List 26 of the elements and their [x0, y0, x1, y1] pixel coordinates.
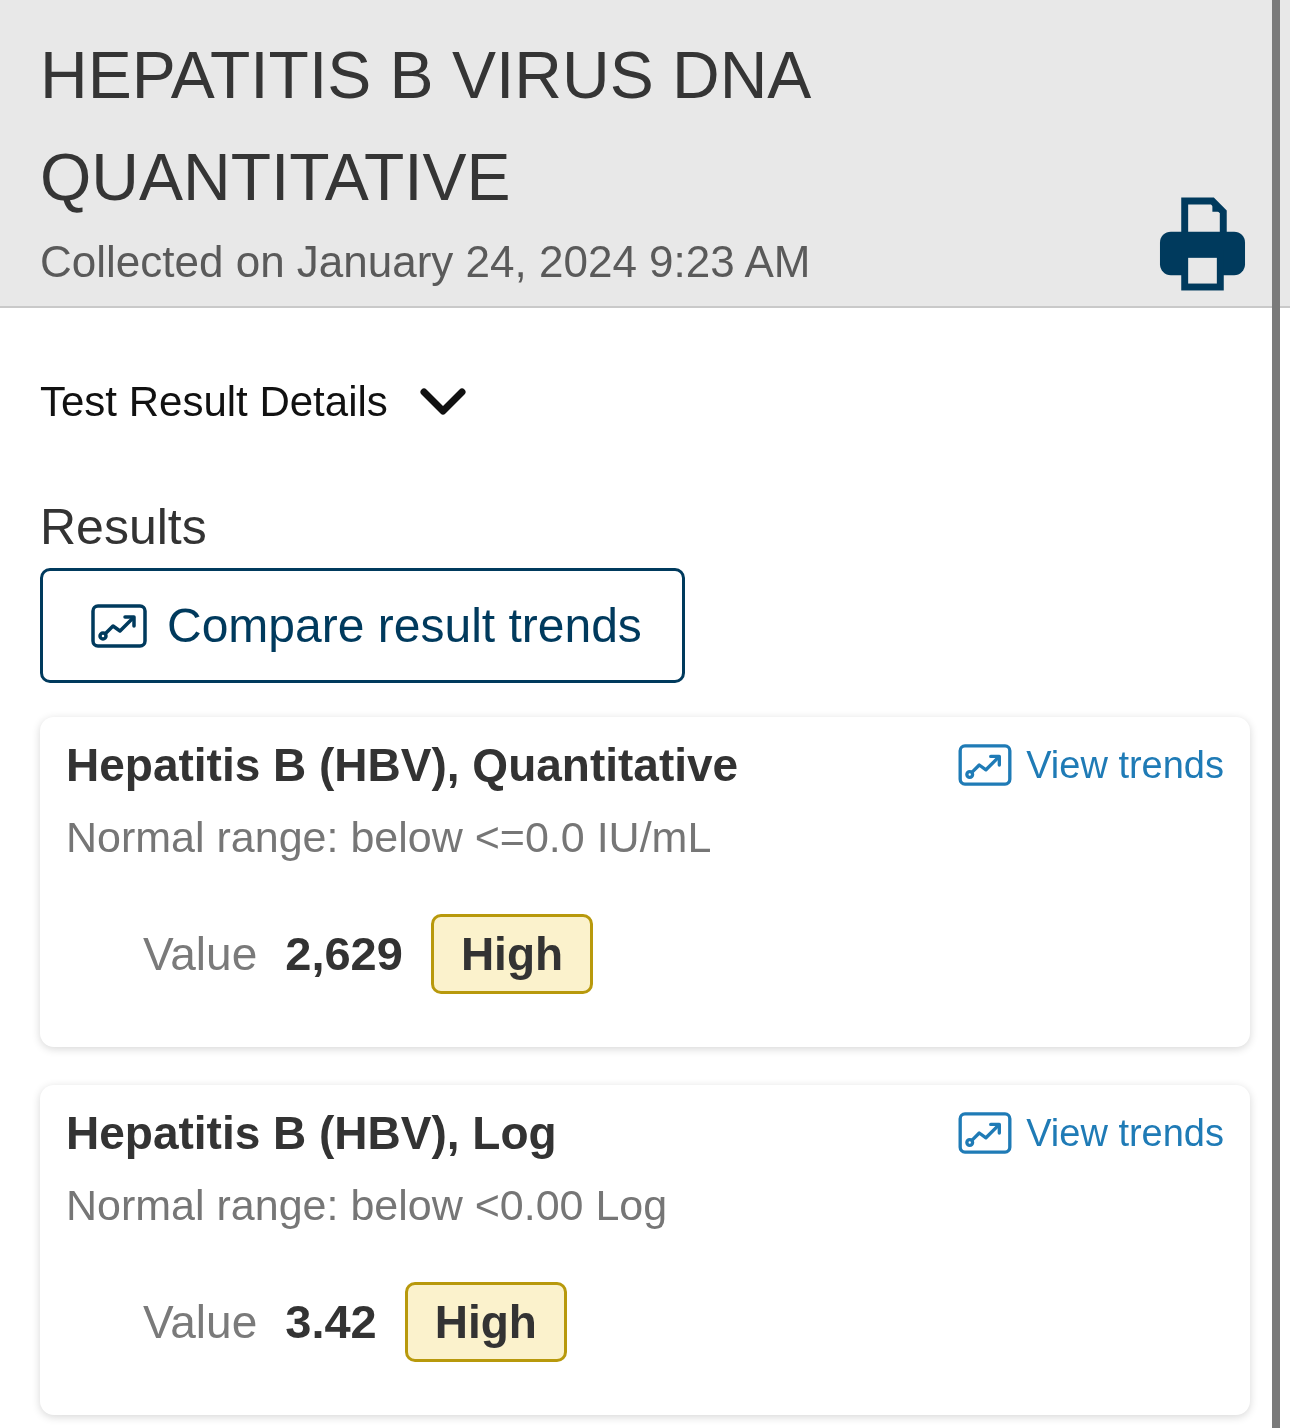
high-flag-badge: High — [430, 914, 594, 994]
compare-trends-button[interactable]: Compare result trends — [40, 568, 685, 683]
scrollbar[interactable] — [1272, 0, 1280, 1428]
collected-date: Collected on January 24, 2024 9:23 AM — [40, 236, 812, 288]
normal-range: Normal range: below <=0.0 IU/mL — [66, 813, 713, 861]
result-value: 3.42 — [285, 1293, 377, 1350]
normal-range: Normal range: below <0.00 Log — [66, 1181, 669, 1229]
view-trends-link[interactable]: View trends — [958, 1107, 1224, 1159]
result-name: Hepatitis B (HBV), Log — [66, 1107, 557, 1159]
view-trends-label: View trends — [1026, 1111, 1224, 1156]
high-flag-badge: High — [404, 1282, 567, 1362]
trend-chart-icon — [91, 603, 147, 648]
result-name: Hepatitis B (HBV), Quantitative — [66, 739, 739, 791]
value-label: Value — [143, 1294, 258, 1350]
value-label: Value — [143, 926, 258, 982]
view-trends-link[interactable]: View trends — [958, 739, 1224, 791]
print-icon[interactable] — [1158, 196, 1247, 291]
compare-trends-label: Compare result trends — [167, 597, 642, 654]
result-value: 2,629 — [285, 925, 403, 982]
test-title: HEPATITIS B VIRUS DNA QUANTITATIVE — [40, 37, 810, 216]
trend-chart-icon — [958, 1112, 1013, 1154]
details-toggle[interactable]: Test Result Details — [40, 374, 466, 430]
view-trends-label: View trends — [1026, 743, 1224, 788]
trend-chart-icon — [958, 744, 1013, 786]
details-toggle-label: Test Result Details — [40, 377, 388, 427]
results-heading: Results — [40, 498, 208, 557]
